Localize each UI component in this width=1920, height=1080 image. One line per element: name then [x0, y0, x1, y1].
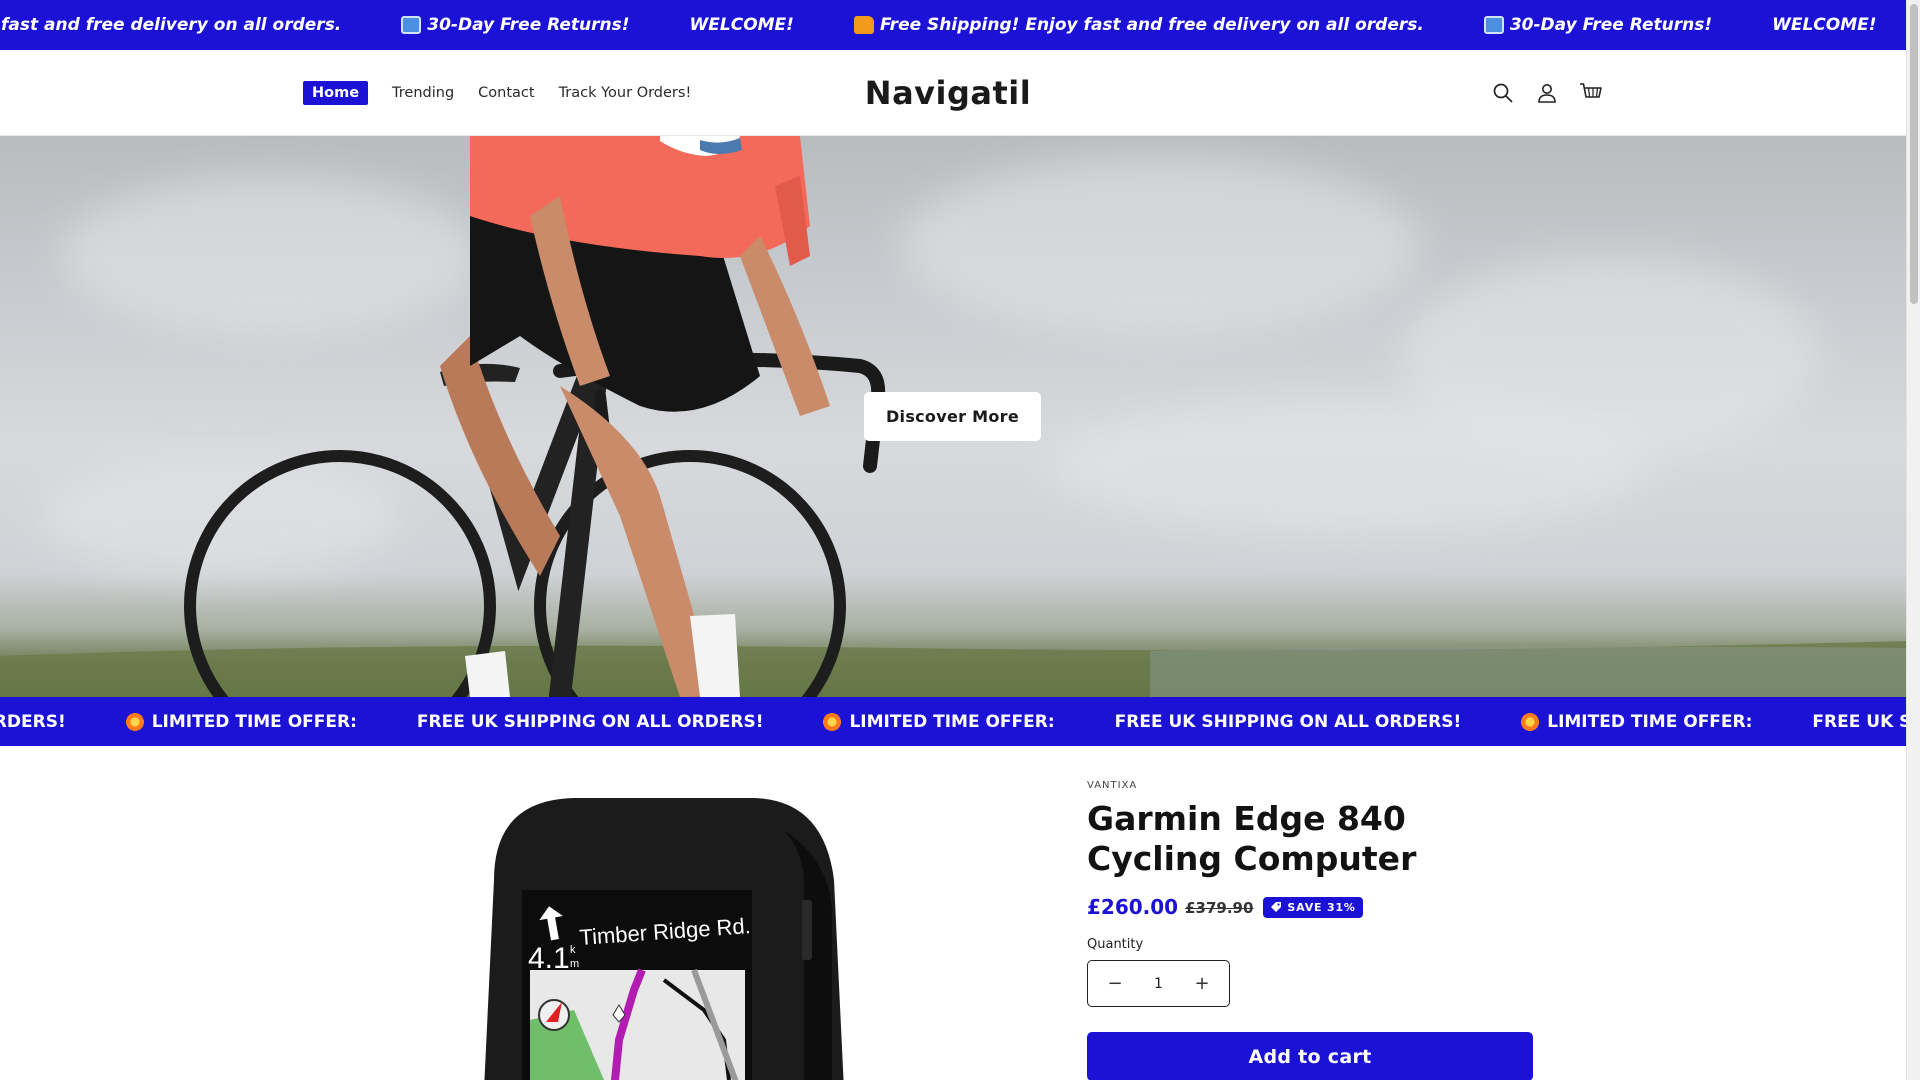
- offer-item: FREE UK SHIPPING ON: [1812, 712, 1906, 732]
- quantity-stepper: − 1 +: [1087, 960, 1230, 1007]
- nav-item-home[interactable]: Home: [303, 81, 369, 105]
- search-icon[interactable]: [1488, 78, 1518, 108]
- price-row: £260.00 £379.90 SAVE 31%: [1087, 895, 1533, 919]
- offer-item-text: FREE UK SHIPPING ON ALL ORDERS!: [416, 711, 764, 732]
- nav-item-track-orders[interactable]: Track Your Orders!: [559, 85, 692, 101]
- scrollbar-thumb[interactable]: [1910, 4, 1918, 304]
- returns-emoji-icon: [401, 16, 422, 34]
- save-badge: SAVE 31%: [1263, 896, 1363, 918]
- offer-item-text: LIMITED TIME OFFER:: [151, 711, 357, 732]
- device-distance: 4.1: [528, 942, 570, 975]
- collision-emoji-icon: [125, 712, 144, 731]
- returns-emoji-icon: [1483, 16, 1504, 34]
- cart-icon[interactable]: [1576, 78, 1606, 108]
- quantity-increase-button[interactable]: +: [1193, 973, 1211, 994]
- offer-item-text: LIMITED TIME OFFER:: [1547, 711, 1753, 732]
- site-header: Home Trending Contact Track Your Orders!…: [0, 50, 1906, 136]
- product-info: VANTIXA Garmin Edge 840 Cycling Computer…: [1087, 780, 1533, 1080]
- offer-item: FREE UK SHIPPING ON ALL ORDERS!: [1115, 712, 1462, 732]
- offer-item: LIMITED TIME OFFER:: [125, 711, 357, 732]
- quantity-label: Quantity: [1087, 937, 1144, 952]
- announcement-item: 30-Day Free Returns!: [1483, 15, 1713, 35]
- nav-item-contact[interactable]: Contact: [478, 85, 534, 101]
- announcement-item-text: WELCOME!: [1772, 15, 1877, 35]
- add-to-cart-button[interactable]: Add to cart: [1087, 1032, 1533, 1080]
- nav-item-trending[interactable]: Trending: [392, 85, 454, 101]
- offer-item: ON ALL ORDERS!: [0, 712, 66, 732]
- offer-item: LIMITED TIME OFFER:: [823, 711, 1055, 732]
- announcement-track: y fast and free delivery on all orders. 3…: [0, 0, 1906, 50]
- product-image[interactable]: 4.1 k m Timber Ridge Rd.: [484, 790, 844, 1080]
- offer-item: FREE UK SHIPPING ON ALL ORDERS!: [417, 712, 764, 732]
- account-icon[interactable]: [1532, 78, 1562, 108]
- hero-banner: Discover More: [0, 136, 1906, 697]
- offer-item-text: FREE UK SHIPPING ON ALL ORDERS!: [1114, 711, 1462, 732]
- page-scrollbar[interactable]: [1906, 0, 1920, 1080]
- announcement-item: 30-Day Free Returns!: [401, 15, 630, 35]
- offer-item: LIMITED TIME OFFER:: [1521, 712, 1752, 732]
- announcement-item-text: 30-Day Free Returns!: [1509, 15, 1713, 35]
- brand-logo[interactable]: Navigatil: [760, 50, 1136, 136]
- offer-track: ON ALL ORDERS! LIMITED TIME OFFER: FREE UK…: [0, 697, 1906, 746]
- announcement-item: y fast and free delivery on all orders.: [0, 15, 341, 35]
- announcement-item: Free Shipping! Enjoy fast and free deliv…: [853, 15, 1424, 35]
- collision-emoji-icon: [1521, 712, 1540, 731]
- announcement-item-text: 30-Day Free Returns!: [427, 15, 630, 35]
- announcement-item: WELCOME!: [690, 15, 794, 35]
- announcement-item-text: y fast and free delivery on all orders.: [0, 15, 342, 35]
- quantity-decrease-button[interactable]: −: [1106, 973, 1124, 994]
- quantity-input[interactable]: 1: [1154, 976, 1163, 992]
- product-vendor: VANTIXA: [1087, 780, 1138, 791]
- announcement-item: WELCOME!: [1772, 15, 1876, 35]
- offer-item-text: LIMITED TIME OFFER:: [849, 711, 1055, 732]
- header-icons: [1488, 78, 1620, 108]
- offer-marquee: ON ALL ORDERS! LIMITED TIME OFFER: FREE UK…: [0, 697, 1906, 746]
- sale-price: £260.00: [1087, 895, 1179, 919]
- offer-item-text: ON ALL ORDERS!: [0, 711, 66, 732]
- truck-emoji-icon: [853, 16, 874, 34]
- collision-emoji-icon: [823, 712, 842, 731]
- discover-more-button[interactable]: Discover More: [864, 392, 1041, 441]
- product-title: Garmin Edge 840 Cycling Computer: [1087, 799, 1417, 878]
- compare-at-price: £379.90: [1185, 899, 1254, 917]
- main-nav: Home Trending Contact Track Your Orders!: [303, 50, 715, 136]
- save-badge-label: SAVE 31%: [1287, 900, 1356, 914]
- tag-icon: [1271, 902, 1282, 912]
- offer-item-text: FREE UK SHIPPING ON: [1812, 711, 1906, 732]
- announcement-item-text: Free Shipping! Enjoy fast and free deliv…: [879, 15, 1424, 35]
- announcement-item-text: WELCOME!: [689, 15, 794, 35]
- device-unit-top: k: [570, 944, 576, 956]
- device-unit-bottom: m: [570, 958, 579, 970]
- announcement-bar: y fast and free delivery on all orders. 3…: [0, 0, 1906, 50]
